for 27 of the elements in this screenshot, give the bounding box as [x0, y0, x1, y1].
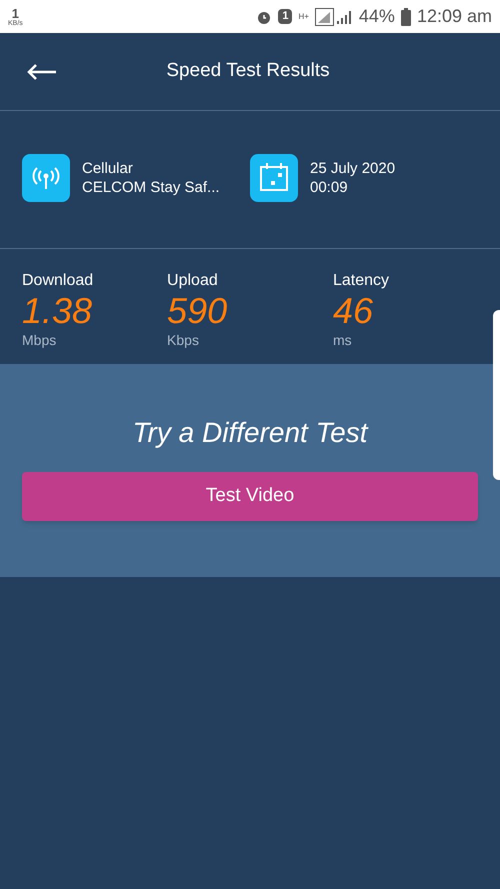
- network-type: H+: [298, 12, 309, 20]
- metric-value: 1.38: [22, 291, 94, 331]
- battery-level: 44%: [358, 5, 395, 28]
- metric-unit: Kbps: [167, 331, 200, 349]
- back-arrow-icon: [26, 62, 58, 80]
- metric-label: Latency: [332, 271, 390, 291]
- calendar-icon: [250, 154, 298, 202]
- test-video-button[interactable]: Test Video: [22, 472, 478, 521]
- sim-badge: 1: [278, 9, 292, 24]
- metric-label: Download: [22, 271, 94, 291]
- clock: 12:09 am: [416, 5, 492, 28]
- info-title: Cellular: [82, 159, 134, 178]
- promo-title: Try a Different Test: [132, 416, 368, 450]
- signal-icon: [314, 8, 353, 26]
- edge-handle[interactable]: [493, 310, 500, 480]
- battery-icon: [400, 8, 411, 26]
- page-title: Speed Test Results: [166, 59, 330, 84]
- metric-value: 590: [167, 291, 228, 331]
- metric-unit: Mbps: [22, 331, 58, 349]
- info-detail: 00:09: [310, 178, 349, 197]
- metric-unit: ms: [332, 331, 353, 349]
- info-title: 25 July 2020: [310, 159, 396, 178]
- metric-label: Upload: [167, 271, 219, 291]
- antenna-icon: [22, 154, 70, 202]
- info-detail: CELCOM Stay Saf...: [82, 178, 220, 197]
- metric-value: 46: [332, 291, 374, 331]
- data-speed: 1: [12, 6, 20, 20]
